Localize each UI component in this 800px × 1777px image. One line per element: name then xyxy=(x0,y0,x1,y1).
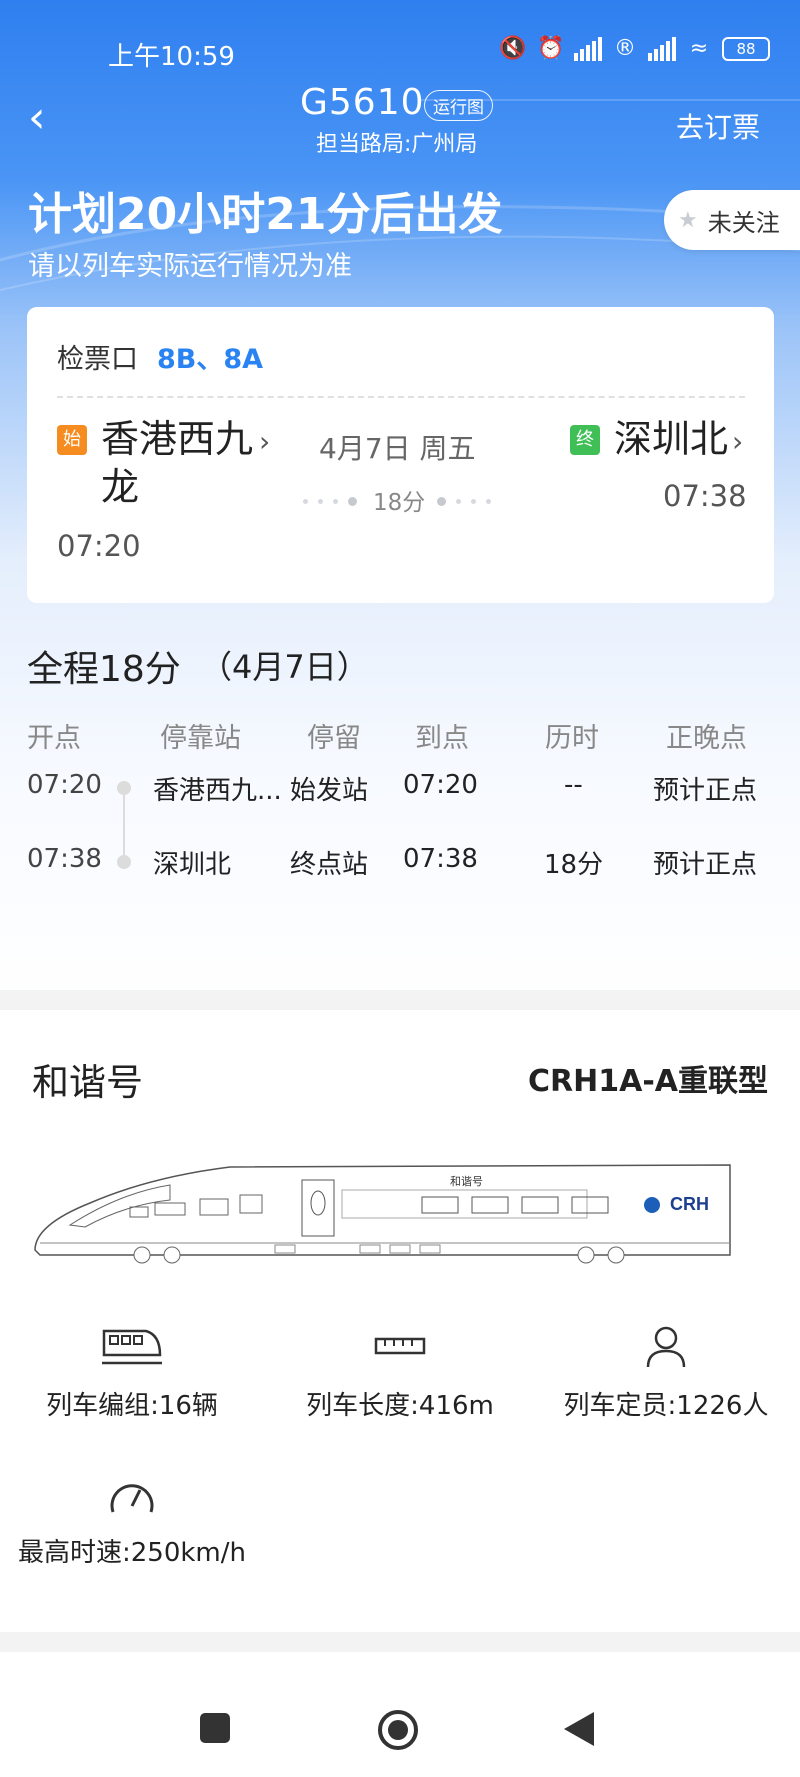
signal-icon-2 xyxy=(648,37,676,61)
person-icon xyxy=(646,1326,686,1368)
bureau-label: 担当路局:广州局 xyxy=(316,132,478,157)
total-duration: 全程18分 xyxy=(27,649,181,690)
divider xyxy=(57,396,745,398)
star-icon: ★ xyxy=(678,207,698,233)
row2-status: 预计正点 xyxy=(653,850,758,880)
ruler-icon xyxy=(374,1337,426,1355)
timeline-line xyxy=(123,788,125,860)
header-status: 正晚点 xyxy=(666,723,747,754)
notice-text: 请以列车实际运行情况为准 xyxy=(28,251,352,282)
row2-elapsed: 18分 xyxy=(544,850,604,880)
row1-status: 预计正点 xyxy=(653,776,758,806)
recent-apps-button[interactable] xyxy=(200,1713,230,1743)
run-chart-button[interactable]: 运行图 xyxy=(424,90,493,121)
train-model: CRH1A-A重联型 xyxy=(528,1064,768,1099)
header-depart: 开点 xyxy=(27,723,81,754)
start-badge: 始 xyxy=(57,425,87,455)
from-time: 07:20 xyxy=(57,529,141,563)
speedometer-icon xyxy=(110,1484,154,1513)
chevron-right-icon[interactable]: › xyxy=(259,425,270,458)
row2-arrive: 07:38 xyxy=(403,844,478,874)
timeline-dot xyxy=(117,781,131,795)
battery-icon: 88 xyxy=(722,37,770,61)
spec-speed-label: 最高时速:250km/h xyxy=(17,1538,246,1568)
train-icon xyxy=(102,1329,162,1365)
total-date: （4月7日） xyxy=(200,648,369,686)
spec-length: 列车长度:416m xyxy=(270,1325,530,1422)
follow-button[interactable]: ★ 未关注 xyxy=(664,190,800,250)
progress-dots-right xyxy=(437,497,491,506)
header-stop: 停留 xyxy=(307,723,361,754)
to-time: 07:38 xyxy=(663,479,747,513)
status-icons: 🔇 ⏰ ® ≈ 88 xyxy=(498,36,770,62)
crh-logo-icon xyxy=(644,1197,660,1213)
signal-icon xyxy=(574,37,602,61)
row1-arrive: 07:20 xyxy=(403,770,478,800)
timeline-dot xyxy=(117,855,131,869)
status-time: 上午10:59 xyxy=(108,42,235,72)
train-name: 和谐号 xyxy=(32,1061,143,1104)
section-separator xyxy=(0,990,800,1010)
crh-logo: CRH xyxy=(670,1194,709,1214)
to-station[interactable]: 深圳北 xyxy=(614,415,728,463)
gate-value: 8B、8A xyxy=(157,344,264,375)
wifi-icon: ≈ xyxy=(689,36,709,61)
section-separator xyxy=(0,1632,800,1652)
trip-date: 4月7日 周五 xyxy=(319,432,476,465)
book-ticket-button[interactable]: 去订票 xyxy=(676,106,760,146)
train-body-text: 和谐号 xyxy=(450,1174,483,1188)
spec-cars-label: 列车编组:16辆 xyxy=(46,1391,218,1421)
trip-duration: 18分 xyxy=(373,490,426,516)
home-button[interactable] xyxy=(378,1710,418,1750)
end-badge: 终 xyxy=(570,425,600,455)
chevron-right-icon[interactable]: › xyxy=(732,425,743,458)
spec-capacity-label: 列车定员:1226人 xyxy=(563,1391,769,1421)
top-nav: ‹ G5610 运行图 担当路局:广州局 去订票 xyxy=(0,78,800,158)
row1-depart: 07:20 xyxy=(27,770,102,800)
mute-icon: 🔇 xyxy=(499,36,527,61)
row1-stop: 始发站 xyxy=(290,776,369,806)
spec-capacity: 列车定员:1226人 xyxy=(536,1325,796,1422)
roaming-icon: ® xyxy=(614,36,636,61)
back-button[interactable] xyxy=(564,1712,594,1746)
from-station[interactable]: 香港西九龙 xyxy=(101,415,261,511)
row1-station[interactable]: 香港西九... xyxy=(153,770,282,807)
row2-stop: 终点站 xyxy=(290,850,369,880)
spec-cars: 列车编组:16辆 xyxy=(2,1325,262,1422)
row1-elapsed: -- xyxy=(564,770,583,800)
spec-length-label: 列车长度:416m xyxy=(306,1391,494,1421)
back-arrow-icon[interactable]: ‹ xyxy=(28,96,60,140)
alarm-icon: ⏰ xyxy=(537,36,565,61)
gate-label: 检票口 xyxy=(57,344,138,375)
header-station: 停靠站 xyxy=(160,723,241,754)
header-elapsed: 历时 xyxy=(545,723,599,754)
spec-speed: 最高时速:250km/h xyxy=(2,1472,262,1569)
trip-card: 检票口 8B、8A 始 香港西九龙 › 07:20 4月7日 周五 18分 终 … xyxy=(27,307,774,603)
progress-dots-left xyxy=(303,497,357,506)
train-number: G5610 xyxy=(300,82,425,123)
row2-depart: 07:38 xyxy=(27,844,102,874)
follow-label: 未关注 xyxy=(707,208,780,237)
departure-countdown: 计划20小时21分后出发 xyxy=(28,189,503,240)
header-arrive: 到点 xyxy=(415,723,469,754)
train-illustration: 和谐号 CRH xyxy=(34,1164,731,1264)
row2-station[interactable]: 深圳北 xyxy=(153,844,231,881)
